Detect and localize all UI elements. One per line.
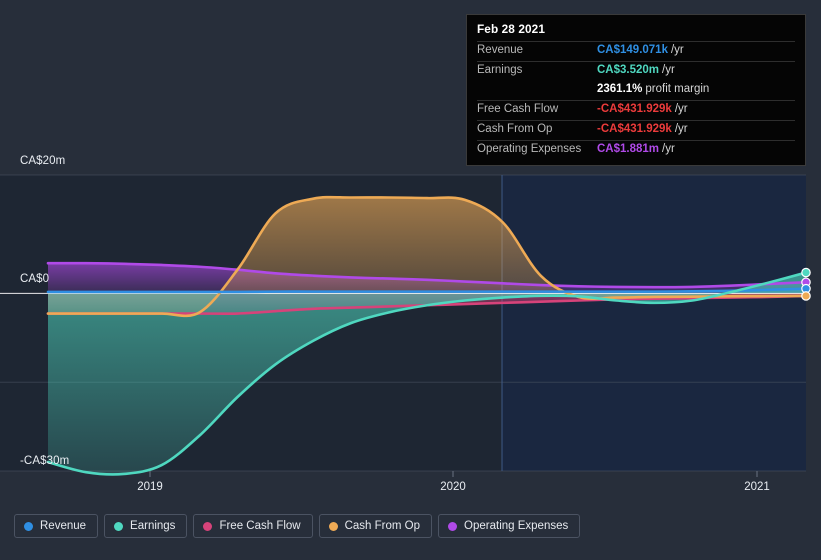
tooltip-row-value: -CA$431.929k	[597, 123, 672, 135]
tooltip-row-label: Cash From Op	[477, 123, 553, 135]
legend-swatch-icon	[114, 521, 124, 531]
tooltip-row-label: Free Cash Flow	[477, 103, 559, 115]
legend-swatch-icon	[328, 521, 338, 531]
tooltip-row-unit: /yr	[674, 103, 688, 115]
tooltip-row-unit: /yr	[670, 44, 684, 56]
legend-swatch-icon	[448, 521, 458, 531]
legend-item-revenue[interactable]: Revenue	[14, 514, 99, 538]
tooltip-row: 2361.1% profit margin	[477, 81, 795, 100]
tooltip-row: Operating Expenses CA$1.881m/yr	[477, 140, 795, 160]
tooltip-row-value: CA$3.520m	[597, 64, 660, 76]
tooltip-row-value: CA$1.881m	[597, 143, 660, 155]
series-endpoint-cash-from-op	[801, 291, 811, 301]
tooltip-row-unit: /yr	[674, 123, 688, 135]
tooltip-row-label: Revenue	[477, 44, 524, 56]
tooltip-row-value: CA$149.071k	[597, 44, 668, 56]
tooltip-row-unit: /yr	[662, 143, 675, 155]
legend-swatch-icon	[203, 521, 213, 531]
tooltip-row-unit: profit margin	[645, 83, 710, 95]
plot-area-forecast	[502, 175, 806, 471]
legend-item-label: Revenue	[40, 520, 87, 532]
tooltip-row-label: Earnings	[477, 64, 523, 76]
tooltip-row-value: 2361.1%	[597, 83, 643, 95]
legend-item-label: Cash From Op	[344, 520, 421, 532]
tooltip-row: Revenue CA$149.071k/yr	[477, 41, 795, 61]
legend-item-cash-from-op[interactable]: Cash From Op	[318, 514, 433, 538]
chart-legend[interactable]: Revenue Earnings Free Cash Flow Cash From O…	[14, 514, 581, 538]
tooltip-row-unit: /yr	[662, 64, 675, 76]
legend-swatch-icon	[24, 521, 33, 531]
tooltip-row: Free Cash Flow -CA$431.929k/yr	[477, 100, 795, 120]
chart-tooltip: Feb 28 2021 Revenue CA$149.071k/yr Earning…	[466, 14, 806, 166]
legend-item-free-cash-flow[interactable]: Free Cash Flow	[193, 514, 313, 538]
legend-item-label: Earnings	[130, 520, 176, 532]
tooltip-date: Feb 28 2021	[477, 22, 545, 36]
tooltip-row-label: Operating Expenses	[477, 143, 582, 155]
legend-item-earnings[interactable]: Earnings	[104, 514, 188, 538]
tooltip-row: Earnings CA$3.520m/yr	[477, 61, 795, 81]
tooltip-rows: Revenue CA$149.071k/yr Earnings CA$3.520m/y…	[477, 41, 795, 160]
tooltip-row: Cash From Op -CA$431.929k/yr	[477, 120, 795, 140]
series-endpoint-earnings	[801, 267, 811, 278]
tooltip-row-value: -CA$431.929k	[597, 103, 672, 115]
legend-item-operating-expenses[interactable]: Operating Expenses	[438, 514, 581, 538]
legend-item-label: Operating Expenses	[464, 520, 569, 532]
legend-item-label: Free Cash Flow	[219, 520, 301, 532]
